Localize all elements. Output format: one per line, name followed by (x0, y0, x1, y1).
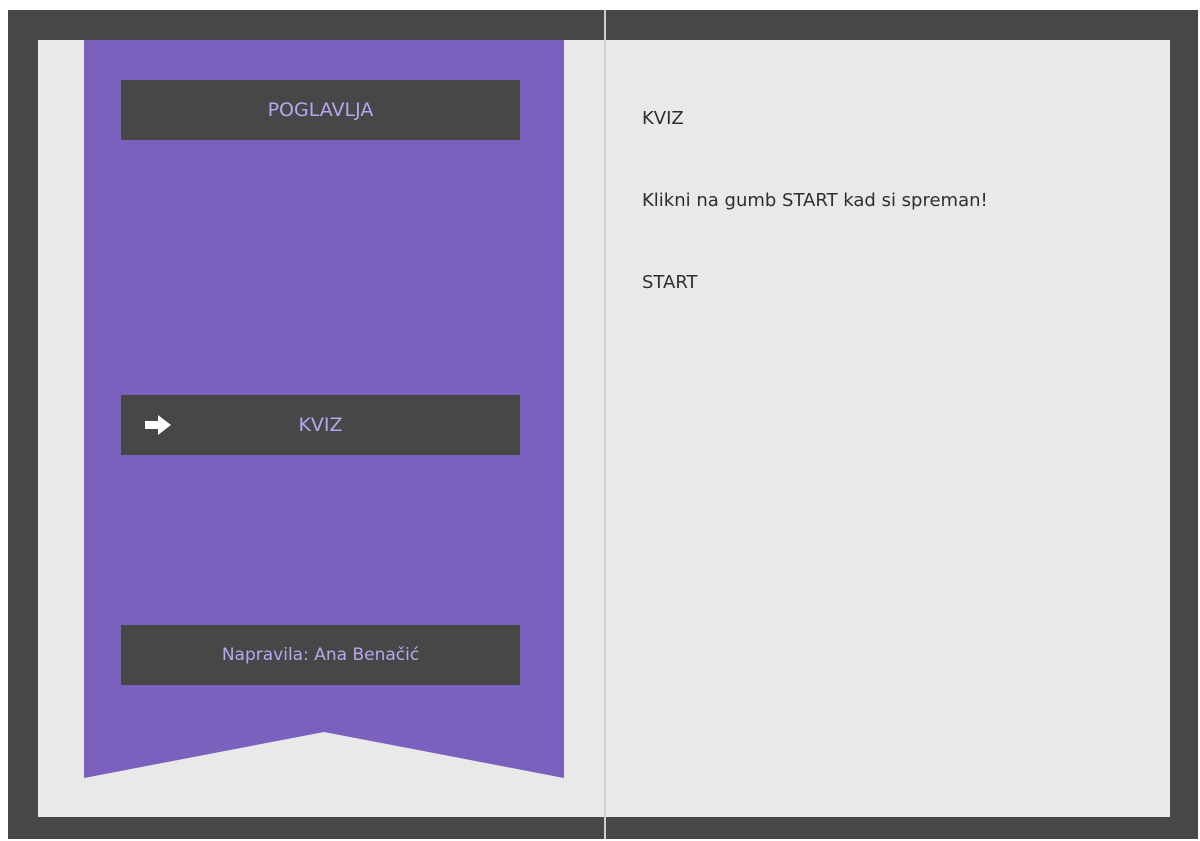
left-page: POGLAVLJA KVIZ Napravila: Ana Benačić (38, 40, 604, 817)
chapter-ribbon: POGLAVLJA KVIZ Napravila: Ana Benačić (84, 40, 564, 780)
quiz-button[interactable]: KVIZ (121, 395, 520, 455)
right-page: KVIZ Klikni na gumb START kad si spreman… (606, 40, 1170, 817)
author-label: Napravila: Ana Benačić (221, 645, 420, 665)
quiz-instruction: Klikni na gumb START kad si spreman! (642, 190, 988, 211)
book-frame: POGLAVLJA KVIZ Napravila: Ana Benačić KV… (8, 10, 1198, 839)
start-button[interactable]: START (642, 272, 698, 293)
arrow-right-icon (145, 415, 171, 435)
quiz-button-label: KVIZ (298, 414, 343, 436)
chapters-button-label: POGLAVLJA (267, 99, 374, 121)
author-box: Napravila: Ana Benačić (121, 625, 520, 685)
quiz-title: KVIZ (642, 108, 684, 129)
chapters-button[interactable]: POGLAVLJA (121, 80, 520, 140)
